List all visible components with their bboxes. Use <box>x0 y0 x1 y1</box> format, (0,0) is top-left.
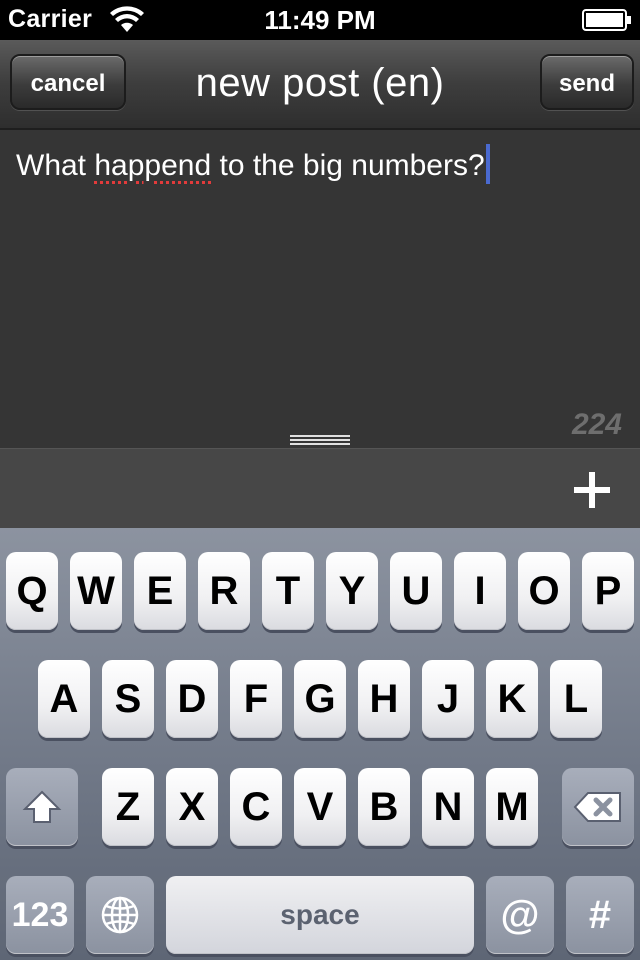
key-f[interactable]: F <box>230 660 282 738</box>
keyboard: Q W E R T Y U I O P A S D F G H J K L Z … <box>0 528 640 960</box>
key-n[interactable]: N <box>422 768 474 846</box>
post-editor[interactable]: What happend to the big numbers? 224 <box>0 130 640 448</box>
post-text-end: to the big numbers? <box>211 149 485 182</box>
attachment-bar <box>0 448 640 529</box>
delete-key[interactable] <box>562 768 634 846</box>
shift-key[interactable] <box>6 768 78 846</box>
text-cursor <box>485 144 490 184</box>
key-d[interactable]: D <box>166 660 218 738</box>
globe-key[interactable] <box>86 876 154 954</box>
key-z[interactable]: Z <box>102 768 154 846</box>
key-w[interactable]: W <box>70 552 122 630</box>
key-i[interactable]: I <box>454 552 506 630</box>
plus-icon[interactable] <box>572 470 612 510</box>
key-y[interactable]: Y <box>326 552 378 630</box>
cancel-button[interactable]: cancel <box>10 54 126 110</box>
numbers-key[interactable]: 123 <box>6 876 74 954</box>
backspace-icon <box>573 792 621 822</box>
key-o[interactable]: O <box>518 552 570 630</box>
key-a[interactable]: A <box>38 660 90 738</box>
key-c[interactable]: C <box>230 768 282 846</box>
key-r[interactable]: R <box>198 552 250 630</box>
at-key[interactable]: @ <box>486 876 554 954</box>
hash-key[interactable]: # <box>566 876 634 954</box>
misspelled-word[interactable]: happend <box>94 149 211 182</box>
shift-arrow-icon <box>22 790 62 823</box>
screen: Carrier 11:49 PM cancel new post (en) se… <box>0 0 640 960</box>
key-u[interactable]: U <box>390 552 442 630</box>
key-p[interactable]: P <box>582 552 634 630</box>
key-j[interactable]: J <box>422 660 474 738</box>
key-g[interactable]: G <box>294 660 346 738</box>
battery-icon <box>582 9 631 31</box>
key-m[interactable]: M <box>486 768 538 846</box>
globe-icon <box>101 896 139 934</box>
character-count: 224 <box>571 408 622 441</box>
key-b[interactable]: B <box>358 768 410 846</box>
key-v[interactable]: V <box>294 768 346 846</box>
key-k[interactable]: K <box>486 660 538 738</box>
post-text-start: What <box>16 149 95 182</box>
clock: 11:49 PM <box>264 5 376 35</box>
post-text-field[interactable]: What happend to the big numbers? <box>16 144 490 184</box>
key-h[interactable]: H <box>358 660 410 738</box>
key-e[interactable]: E <box>134 552 186 630</box>
status-bar: Carrier 11:49 PM <box>0 0 640 40</box>
key-q[interactable]: Q <box>6 552 58 630</box>
key-x[interactable]: X <box>166 768 218 846</box>
key-s[interactable]: S <box>102 660 154 738</box>
space-key[interactable]: space <box>166 876 474 954</box>
drag-handle-icon[interactable] <box>290 434 350 446</box>
navigation-bar: cancel new post (en) send <box>0 40 640 130</box>
page-title: new post (en) <box>195 61 445 105</box>
key-l[interactable]: L <box>550 660 602 738</box>
key-t[interactable]: T <box>262 552 314 630</box>
send-button[interactable]: send <box>540 54 634 110</box>
